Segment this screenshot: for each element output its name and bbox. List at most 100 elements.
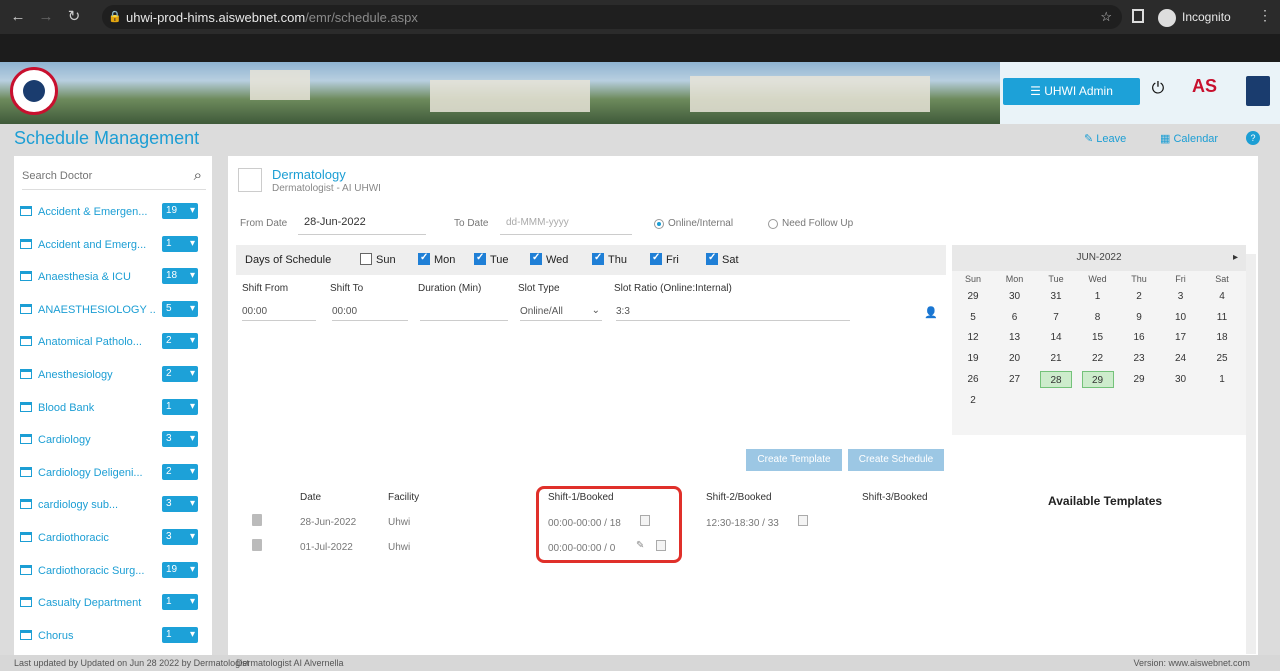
bookmark-star-icon[interactable]: ☆: [1100, 9, 1112, 25]
create-schedule-button[interactable]: Create Schedule: [848, 449, 944, 471]
shift-to-input[interactable]: 00:00: [332, 303, 408, 321]
doctor-count-badge[interactable]: 19: [162, 561, 198, 578]
day-checkbox-sat[interactable]: [706, 252, 718, 265]
calendar-day[interactable]: 8: [1082, 309, 1114, 326]
day-checkbox-thu[interactable]: [592, 252, 604, 265]
calendar-day[interactable]: 2: [1123, 288, 1155, 305]
sidebar-item[interactable]: Casualty Department 1: [20, 593, 202, 613]
row1-shift2-view-icon[interactable]: [798, 515, 808, 526]
calendar-day[interactable]: 19: [957, 350, 989, 367]
calendar-day[interactable]: 15: [1082, 329, 1114, 346]
shift-from-input[interactable]: 00:00: [242, 303, 316, 321]
sidebar-item[interactable]: Cardiology Deligeni... 2: [20, 463, 202, 483]
sidebar-item[interactable]: Blood Bank 1: [20, 398, 202, 418]
add-user-icon[interactable]: 👤: [924, 306, 938, 319]
admin-user-button[interactable]: ☰ UHWI Admin: [1003, 78, 1140, 105]
calendar-day[interactable]: 1: [1082, 288, 1114, 305]
from-date-input[interactable]: 28-Jun-2022: [304, 216, 366, 228]
back-icon[interactable]: ←: [8, 7, 28, 27]
day-checkbox-tue[interactable]: [474, 252, 486, 265]
calendar-day[interactable]: 30: [999, 288, 1031, 305]
slot-type-select[interactable]: Online/All ⌄: [520, 303, 602, 321]
sidebar-item[interactable]: Accident & Emergen... 19: [20, 202, 202, 222]
calendar-day[interactable]: 4: [1206, 288, 1238, 305]
calendar-day[interactable]: 25: [1206, 350, 1238, 367]
calendar-day[interactable]: 27: [999, 371, 1031, 388]
calendar-day[interactable]: 10: [1165, 309, 1197, 326]
search-icon[interactable]: ⌕: [194, 167, 202, 184]
doctor-count-badge[interactable]: 3: [162, 431, 198, 448]
help-icon[interactable]: ?: [1246, 131, 1260, 145]
calendar-day[interactable]: 16: [1123, 329, 1155, 346]
doctor-count-badge[interactable]: 2: [162, 366, 198, 382]
sidebar-item[interactable]: cardiology sub... 3: [20, 495, 202, 515]
address-bar[interactable]: 🔒 uhwi-prod-hims.aiswebnet.com/emr/sched…: [102, 5, 1122, 29]
calendar-day[interactable]: 3: [1165, 288, 1197, 305]
doctor-count-badge[interactable]: 1: [162, 235, 198, 252]
incognito-indicator[interactable]: Incognito: [1158, 7, 1231, 27]
calendar-day[interactable]: 2: [957, 392, 989, 409]
reading-list-icon[interactable]: [1132, 9, 1144, 23]
doctor-count-badge[interactable]: 3: [162, 496, 198, 513]
create-template-button[interactable]: Create Template: [746, 449, 842, 471]
calendar-next-icon[interactable]: ▸: [1233, 245, 1238, 271]
delete-row-icon[interactable]: [252, 539, 262, 551]
calendar-day[interactable]: 11: [1206, 309, 1238, 326]
sidebar-item[interactable]: Cardiothoracic 3: [20, 528, 202, 548]
menu-icon[interactable]: ⋮: [1258, 7, 1272, 24]
sidebar-item[interactable]: Cardiothoracic Surg... 19: [20, 561, 202, 581]
doctor-count-badge[interactable]: 2: [162, 463, 198, 480]
calendar-day[interactable]: 14: [1040, 329, 1072, 346]
doctor-count-badge[interactable]: 19: [162, 203, 198, 219]
day-checkbox-mon[interactable]: [418, 252, 430, 265]
calendar-day[interactable]: 29: [1081, 370, 1114, 388]
provider-name[interactable]: Dermatology: [272, 167, 346, 182]
doctor-count-badge[interactable]: 3: [162, 529, 198, 545]
calendar-day[interactable]: 29: [957, 288, 989, 305]
calendar-day[interactable]: 13: [999, 329, 1031, 346]
reload-icon[interactable]: ↻: [64, 7, 84, 27]
doctor-count-badge[interactable]: 2: [162, 333, 198, 350]
sidebar-item[interactable]: Chorus 1: [20, 626, 202, 646]
calendar-day[interactable]: 20: [999, 350, 1031, 367]
calendar-day[interactable]: 29: [1123, 371, 1155, 388]
online-internal-radio[interactable]: [654, 219, 664, 229]
sidebar-item[interactable]: Anesthesiology 2: [20, 365, 202, 385]
power-icon[interactable]: ⏻: [1148, 80, 1168, 100]
calendar-day[interactable]: 30: [1165, 371, 1197, 388]
calendar-day[interactable]: 22: [1082, 350, 1114, 367]
calendar-day[interactable]: 31: [1040, 288, 1072, 305]
page-scrollbar[interactable]: [1246, 254, 1256, 654]
calendar-day[interactable]: 18: [1206, 329, 1238, 346]
doctor-count-badge[interactable]: 18: [162, 268, 198, 285]
calendar-day[interactable]: 7: [1040, 309, 1072, 326]
sidebar-item[interactable]: Accident and Emerg... 1: [20, 235, 202, 255]
doctor-count-badge[interactable]: 5: [162, 300, 198, 317]
calendar-day[interactable]: 5: [957, 309, 989, 326]
slot-ratio-input[interactable]: 3:3: [616, 303, 850, 321]
calendar-day[interactable]: 9: [1123, 309, 1155, 326]
sidebar-item[interactable]: Anaesthesia & ICU 18: [20, 267, 202, 287]
search-input[interactable]: [22, 164, 172, 188]
calendar-day[interactable]: 17: [1165, 329, 1197, 346]
calendar-day[interactable]: 6: [999, 309, 1031, 326]
doctor-count-badge[interactable]: 1: [162, 594, 198, 611]
doctor-count-badge[interactable]: 1: [162, 626, 198, 643]
duration-input[interactable]: [420, 303, 508, 321]
calendar-day[interactable]: 28: [1040, 370, 1072, 388]
day-checkbox-wed[interactable]: [530, 252, 542, 265]
delete-row-icon[interactable]: [252, 514, 262, 526]
day-checkbox-sun[interactable]: [360, 253, 372, 265]
sidebar-item[interactable]: Cardiology 3: [20, 430, 202, 450]
calendar-day[interactable]: 23: [1123, 350, 1155, 367]
sidebar-item[interactable]: Anatomical Patholo... 2: [20, 332, 202, 352]
doctor-count-badge[interactable]: 1: [162, 398, 198, 415]
calendar-day[interactable]: 24: [1165, 350, 1197, 367]
calendar-link[interactable]: ▦ Calendar: [1160, 132, 1218, 145]
to-date-input[interactable]: dd-MMM-yyyy: [506, 217, 569, 228]
forward-icon[interactable]: →: [36, 7, 56, 27]
day-checkbox-fri[interactable]: [650, 252, 662, 265]
calendar-day[interactable]: 21: [1040, 350, 1072, 367]
sidebar-item[interactable]: ANAESTHESIOLOGY ... 5: [20, 300, 202, 320]
calendar-day[interactable]: 1: [1206, 371, 1238, 388]
